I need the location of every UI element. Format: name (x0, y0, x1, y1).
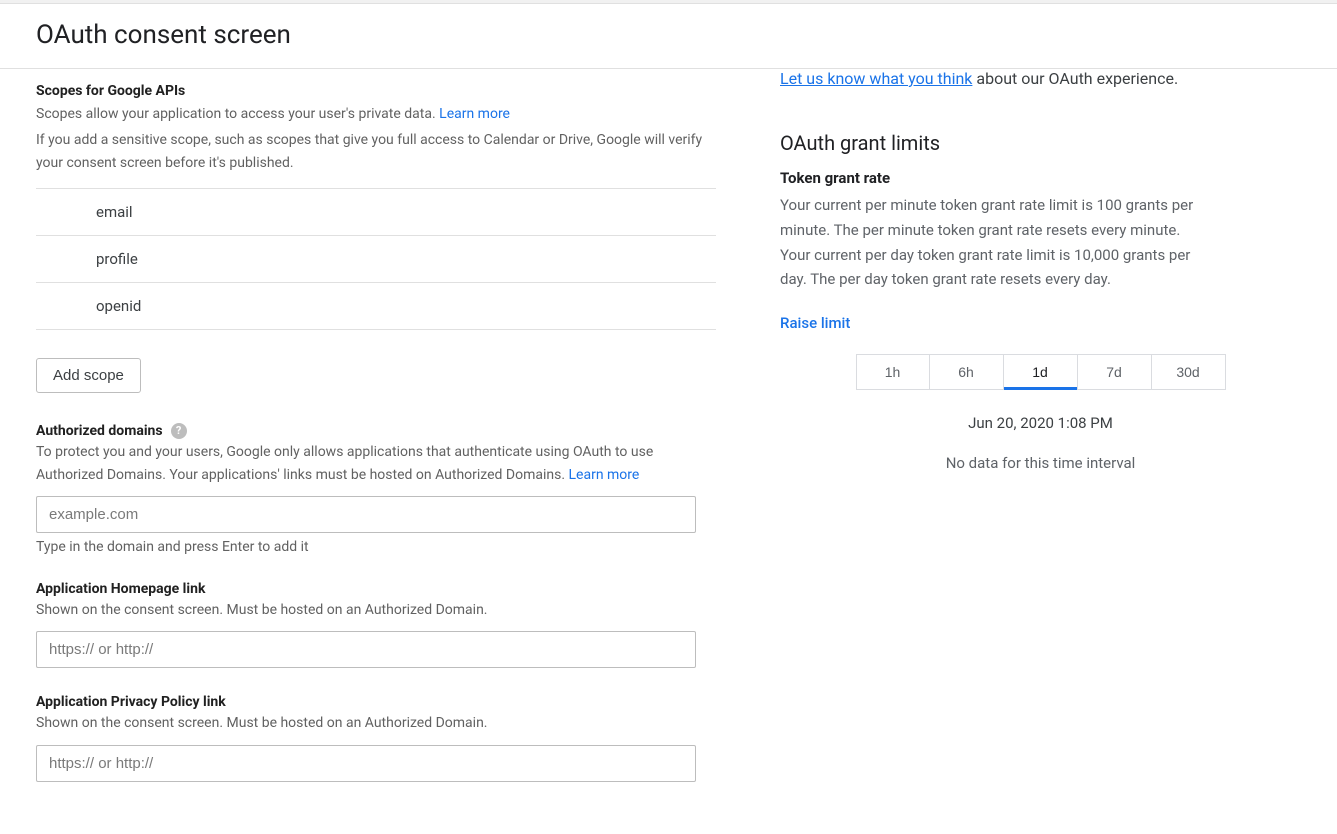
feedback-link[interactable]: Let us know what you think (780, 69, 972, 88)
scope-item: openid (36, 283, 716, 330)
grant-heading: OAuth grant limits (780, 131, 1301, 155)
auth-domains-hint: Type in the domain and press Enter to ad… (36, 539, 724, 555)
range-7d[interactable]: 7d (1078, 354, 1152, 390)
range-6h[interactable]: 6h (930, 354, 1004, 390)
auth-domains-label-row: Authorized domains ? (36, 423, 724, 439)
add-scope-button[interactable]: Add scope (36, 358, 141, 393)
homepage-input[interactable] (36, 631, 696, 668)
range-1h[interactable]: 1h (856, 354, 930, 390)
privacy-input[interactable] (36, 745, 696, 782)
page-header: OAuth consent screen (0, 4, 1337, 69)
auth-domains-learn-more-link[interactable]: Learn more (569, 467, 640, 483)
scopes-heading: Scopes for Google APIs (36, 83, 724, 99)
grant-nodata: No data for this time interval (780, 454, 1301, 472)
time-range-segmented: 1h 6h 1d 7d 30d (856, 354, 1226, 390)
scope-item: email (36, 189, 716, 236)
auth-domains-heading: Authorized domains (36, 423, 163, 439)
homepage-label-row: Application Homepage link (36, 581, 724, 597)
scope-list: email profile openid (36, 188, 716, 330)
scopes-desc: Scopes allow your application to access … (36, 103, 716, 125)
feedback-rest: about our OAuth experience. (972, 69, 1178, 88)
scopes-learn-more-link[interactable]: Learn more (439, 106, 510, 122)
scope-item: profile (36, 236, 716, 283)
feedback-line: Let us know what you think about our OAu… (780, 67, 1301, 91)
privacy-label-row: Application Privacy Policy link (36, 694, 724, 710)
grant-timestamp: Jun 20, 2020 1:08 PM (780, 414, 1301, 432)
homepage-heading: Application Homepage link (36, 581, 205, 597)
range-30d[interactable]: 30d (1152, 354, 1226, 390)
grant-subheading: Token grant rate (780, 169, 1301, 187)
left-column: Scopes for Google APIs Scopes allow your… (0, 69, 760, 822)
range-1d[interactable]: 1d (1004, 354, 1078, 390)
auth-domains-desc-text: To protect you and your users, Google on… (36, 444, 653, 482)
scopes-desc-text: Scopes allow your application to access … (36, 106, 439, 122)
homepage-desc: Shown on the consent screen. Must be hos… (36, 599, 716, 621)
right-column: Let us know what you think about our OAu… (760, 69, 1337, 822)
raise-limit-link[interactable]: Raise limit (780, 314, 850, 332)
privacy-desc: Shown on the consent screen. Must be hos… (36, 712, 716, 734)
help-icon[interactable]: ? (171, 423, 187, 439)
auth-domains-desc: To protect you and your users, Google on… (36, 441, 716, 486)
page-title: OAuth consent screen (36, 20, 1301, 50)
auth-domains-input[interactable] (36, 496, 696, 533)
scopes-note: If you add a sensitive scope, such as sc… (36, 129, 716, 174)
privacy-heading: Application Privacy Policy link (36, 694, 226, 710)
grant-text: Your current per minute token grant rate… (780, 193, 1210, 292)
